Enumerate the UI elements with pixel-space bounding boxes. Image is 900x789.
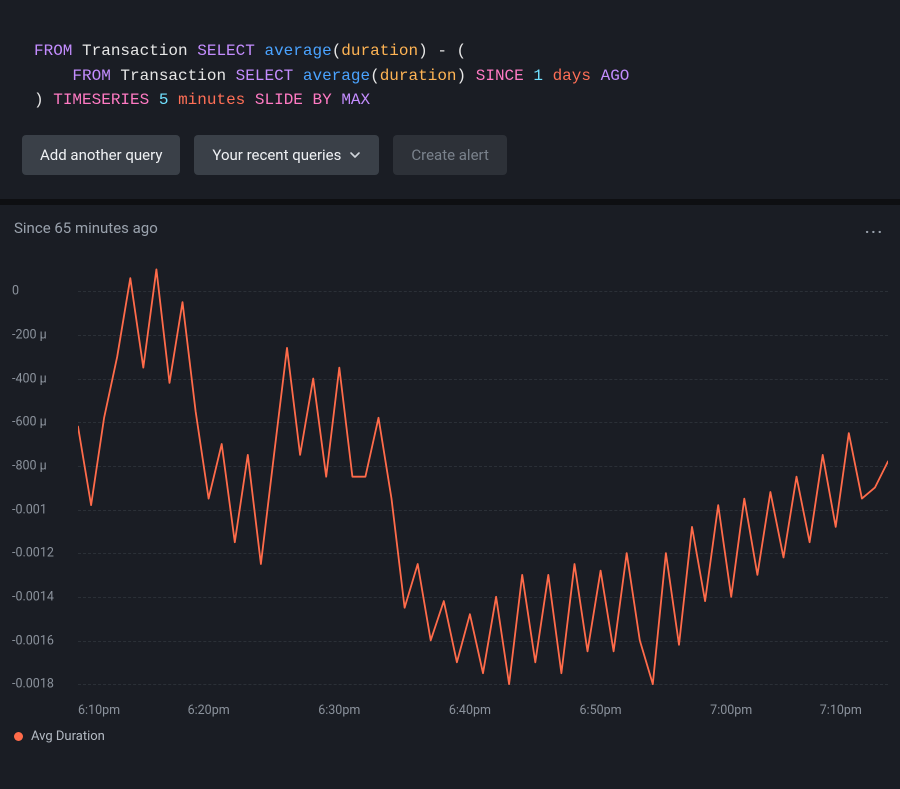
x-tick-label: 6:10pm — [78, 703, 120, 718]
legend-swatch — [14, 732, 23, 741]
kw-arg: duration — [341, 42, 418, 60]
paren-close: ) — [457, 67, 467, 85]
chart-legend: Avg Duration — [12, 729, 888, 744]
series-line — [78, 270, 888, 685]
query-editor[interactable]: FROM Transaction SELECT average(duration… — [0, 0, 900, 123]
kw-table: Transaction — [120, 67, 226, 85]
x-tick-label: 7:00pm — [710, 703, 752, 718]
y-tick-label: -0.0016 — [12, 633, 54, 648]
y-tick-label: -0.0012 — [12, 546, 54, 561]
kw-arg: duration — [380, 67, 457, 85]
chart-panel: Since 65 minutes ago ... 0 -200 µ -400 µ -6… — [0, 205, 900, 752]
y-tick-label: 0 — [12, 284, 19, 299]
chart-y-axis: 0 -200 µ -400 µ -600 µ -800 µ -0.001 -0.0012 -0… — [12, 265, 70, 695]
kw-unit: minutes — [178, 91, 245, 109]
recent-queries-button[interactable]: Your recent queries — [194, 135, 379, 175]
paren-open: ( — [370, 67, 380, 85]
kw-unit: days — [553, 67, 591, 85]
y-tick-label: -0.0018 — [12, 677, 54, 692]
x-tick-label: 6:20pm — [188, 703, 230, 718]
kw-slideby: SLIDE BY — [255, 91, 332, 109]
create-alert-button[interactable]: Create alert — [393, 135, 507, 175]
kw-max: MAX — [341, 91, 370, 109]
kw-num: 1 — [533, 67, 543, 85]
x-tick-label: 6:30pm — [318, 703, 360, 718]
chart-x-axis: 6:10pm 6:20pm 6:30pm 6:40pm 6:50pm 7:00pm 7:10… — [12, 703, 888, 723]
kw-num: 5 — [159, 91, 169, 109]
y-tick-label: -0.001 — [12, 502, 47, 517]
x-tick-label: 7:10pm — [820, 703, 862, 718]
y-tick-label: -400 µ — [12, 371, 47, 386]
kw-since: SINCE — [476, 67, 524, 85]
minus-op: - — [437, 42, 447, 60]
y-tick-label: -600 µ — [12, 415, 47, 430]
x-tick-label: 6:50pm — [580, 703, 622, 718]
chart-header: Since 65 minutes ago ... — [12, 217, 888, 237]
chevron-down-icon — [349, 149, 361, 161]
paren-close: ) — [418, 42, 428, 60]
paren-open: ( — [332, 42, 342, 60]
recent-queries-label: Your recent queries — [212, 146, 341, 164]
y-tick-label: -200 µ — [12, 328, 47, 343]
kw-func: average — [264, 42, 331, 60]
chart-time-range-label: Since 65 minutes ago — [14, 219, 158, 237]
kw-func: average — [303, 67, 370, 85]
x-tick-label: 6:40pm — [449, 703, 491, 718]
kw-select: SELECT — [197, 42, 255, 60]
kw-from: FROM — [34, 42, 72, 60]
kw-timeseries: TIMESERIES — [53, 91, 149, 109]
add-another-query-label: Add another query — [40, 146, 162, 164]
kw-from: FROM — [72, 67, 110, 85]
legend-label: Avg Duration — [31, 729, 105, 744]
subquery-close: ) — [34, 91, 44, 109]
kw-select: SELECT — [236, 67, 294, 85]
kw-table: Transaction — [82, 42, 188, 60]
query-action-row: Add another query Your recent queries Cr… — [0, 123, 900, 199]
chart-more-menu[interactable]: ... — [865, 219, 884, 237]
chart-line-series — [78, 265, 888, 695]
chart-plot-area[interactable]: 0 -200 µ -400 µ -600 µ -800 µ -0.001 -0.0012 -0… — [12, 265, 888, 695]
create-alert-label: Create alert — [411, 146, 489, 164]
kw-ago: AGO — [601, 67, 630, 85]
y-tick-label: -0.0014 — [12, 589, 54, 604]
subquery-open: ( — [457, 42, 467, 60]
y-tick-label: -800 µ — [12, 458, 47, 473]
add-another-query-button[interactable]: Add another query — [22, 135, 180, 175]
